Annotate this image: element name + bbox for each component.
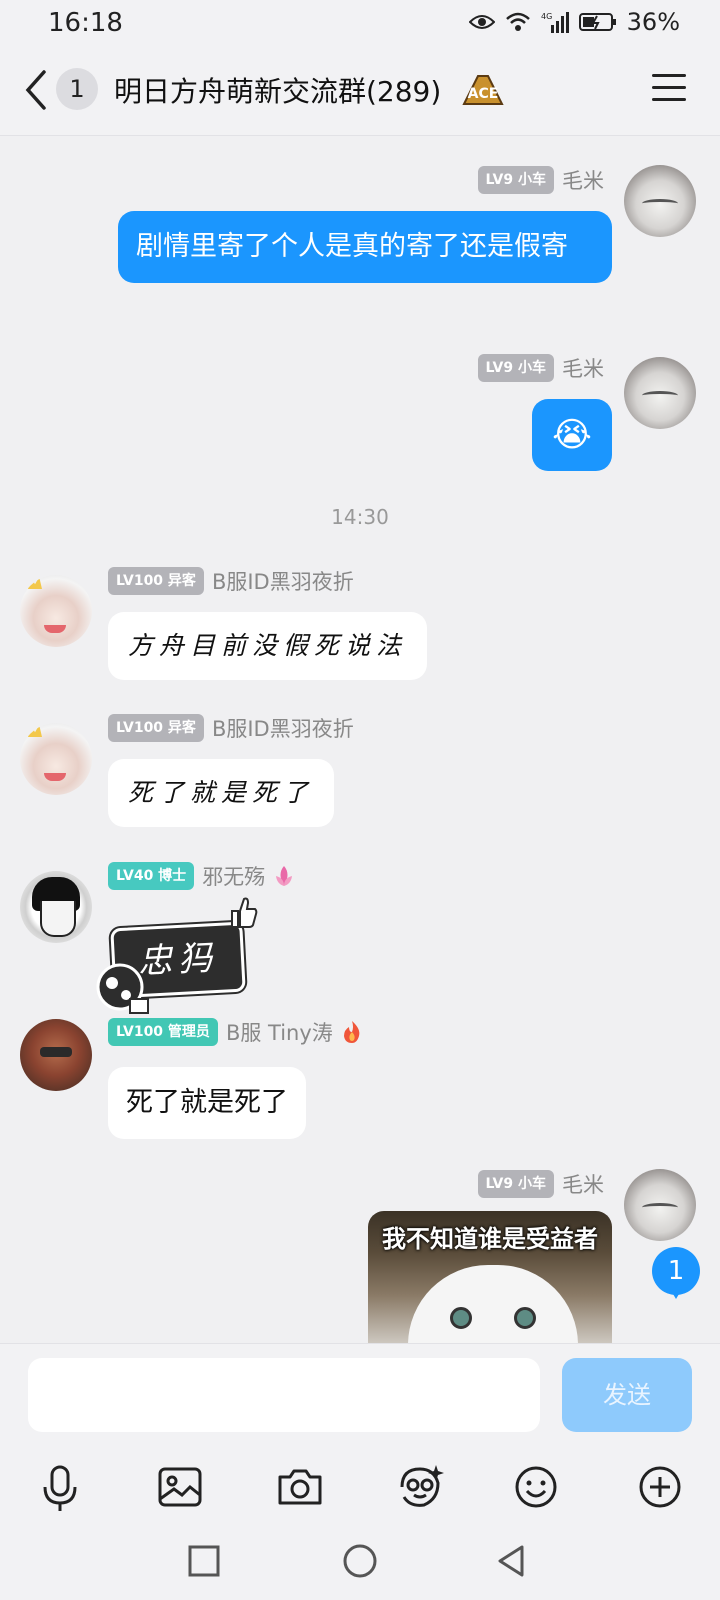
avatar[interactable]: [20, 1019, 92, 1091]
eye-icon: [468, 15, 495, 29]
level-badge: LV9 小车: [477, 354, 554, 382]
sender-name[interactable]: B服ID黑羽夜折: [212, 566, 354, 596]
battery-percent: 36%: [626, 8, 680, 36]
avatar[interactable]: [624, 357, 696, 429]
chat-header: 1 明日方舟萌新交流群(289) ACE: [0, 44, 720, 136]
sticker-face-icon[interactable]: [392, 1459, 448, 1515]
home-icon[interactable]: [340, 1541, 380, 1581]
level-badge: LV100 异客: [108, 714, 204, 742]
lotus-icon: [276, 866, 293, 886]
sender-name[interactable]: 邪无殇: [202, 861, 265, 891]
message-bubble[interactable]: 死了就是死了: [108, 759, 335, 827]
cat-eye: [450, 1307, 472, 1329]
sender-name[interactable]: 毛米: [562, 353, 604, 383]
chat-messages: LV9 小车 毛米 剧情里寄了个人是真的寄了还是假寄 LV9 小车 毛米 😭 1…: [0, 137, 720, 1343]
microphone-icon[interactable]: [32, 1459, 88, 1515]
avatar[interactable]: [20, 723, 92, 795]
sender-meta: LV100 异客 B服ID黑羽夜折: [108, 566, 354, 596]
system-navigation: [0, 1533, 720, 1600]
status-time: 16:18: [48, 8, 123, 38]
thumbs-up-icon: [231, 897, 258, 928]
message-bubble[interactable]: 方舟目前没假死说法: [108, 612, 428, 680]
level-badge: LV40 博士: [108, 862, 195, 890]
unread-count-badge[interactable]: 1: [56, 68, 98, 110]
level-badge: LV100 管理员: [108, 1018, 218, 1046]
group-title[interactable]: 明日方舟萌新交流群(289): [114, 70, 441, 110]
network-label: 4G: [541, 12, 552, 21]
sender-meta: LV9 小车 毛米: [477, 1169, 604, 1199]
battery-icon: [578, 13, 616, 31]
sender-meta: LV40 博士 邪无殇: [108, 861, 295, 891]
level-badge: LV9 小车: [477, 1170, 554, 1198]
back-arrow-icon[interactable]: [22, 68, 52, 112]
image-icon[interactable]: [152, 1459, 208, 1515]
emoji-bubble[interactable]: 😭: [532, 399, 612, 471]
sender-name[interactable]: 毛米: [562, 1169, 604, 1199]
status-icons: 4G 36%: [468, 8, 680, 36]
sender-name[interactable]: 毛米: [562, 165, 604, 195]
avatar[interactable]: [624, 1169, 696, 1241]
input-toolbar: [0, 1443, 720, 1533]
sender-meta: LV9 小车 毛米: [477, 165, 604, 195]
sender-name[interactable]: B服ID黑羽夜折: [212, 713, 354, 743]
send-button[interactable]: 发送: [562, 1358, 692, 1432]
sender-meta: LV100 管理员 B服 Tiny涛: [108, 1017, 363, 1047]
back-icon[interactable]: [492, 1541, 532, 1581]
cat-image: [408, 1265, 578, 1343]
avatar[interactable]: [20, 871, 92, 943]
plus-icon[interactable]: [632, 1459, 688, 1515]
camera-icon[interactable]: [272, 1459, 328, 1515]
level-badge: LV9 小车: [477, 166, 554, 194]
ace-badge-icon: ACE: [462, 75, 504, 105]
avatar[interactable]: [624, 165, 696, 237]
message-input[interactable]: [28, 1358, 540, 1432]
level-badge: LV100 异客: [108, 567, 204, 595]
composer: 发送: [0, 1343, 720, 1443]
avatar[interactable]: [20, 575, 92, 647]
cat-eye: [514, 1307, 536, 1329]
status-bar: 16:18 4G 36%: [0, 0, 720, 44]
fire-icon: [343, 1021, 360, 1043]
image-message[interactable]: 我不知道谁是受益者: [368, 1211, 612, 1343]
recents-icon[interactable]: [184, 1541, 224, 1581]
sender-meta: LV100 异客 B服ID黑羽夜折: [108, 713, 354, 743]
sender-name[interactable]: B服 Tiny涛: [226, 1017, 333, 1047]
sticker-face-icon: [96, 963, 149, 1014]
sender-meta: LV9 小车 毛米: [477, 353, 604, 383]
emoji-icon[interactable]: [508, 1459, 564, 1515]
message-bubble[interactable]: 剧情里寄了个人是真的寄了还是假寄: [118, 211, 612, 283]
chat-timestamp: 14:30: [331, 505, 389, 529]
cell-signal-icon: 4G: [541, 12, 569, 33]
new-message-indicator[interactable]: 1: [652, 1247, 700, 1299]
svg-text:ACE: ACE: [468, 86, 499, 102]
menu-icon[interactable]: [652, 74, 686, 104]
image-caption: 我不知道谁是受益者: [382, 1225, 598, 1253]
wifi-icon: [505, 12, 530, 31]
message-bubble[interactable]: 死了就是死了: [108, 1067, 306, 1139]
